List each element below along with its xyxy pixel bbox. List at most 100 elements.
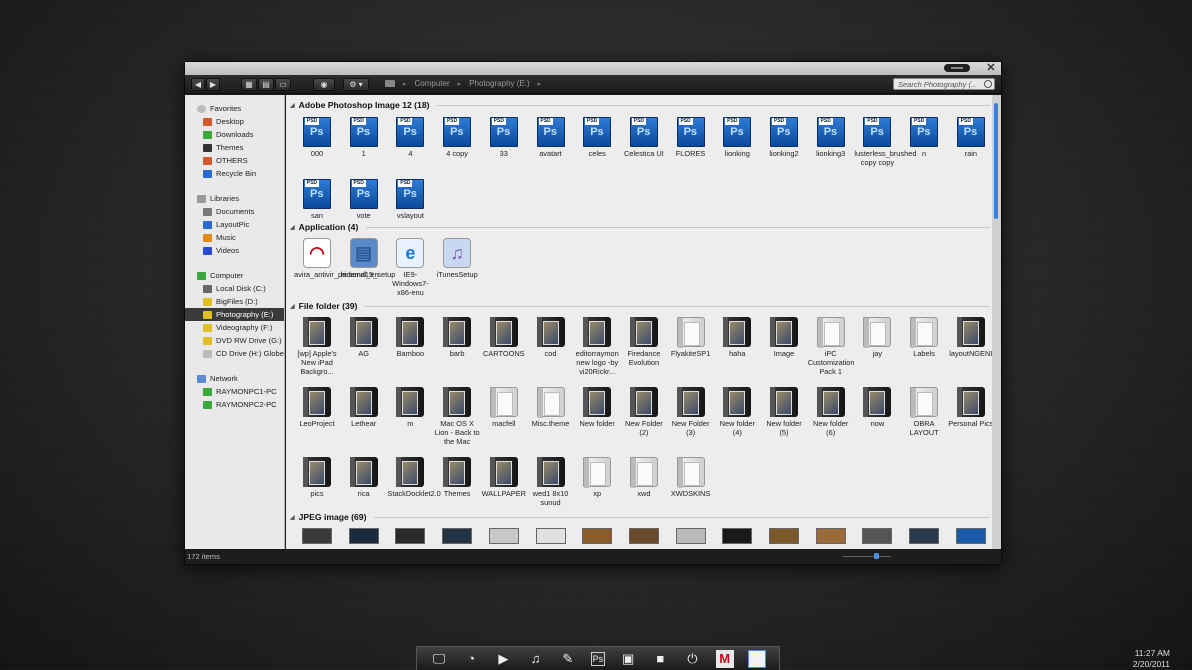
preview-eye-icon[interactable]: ◉ [313, 78, 335, 91]
music-note-icon[interactable]: ♫ [527, 650, 545, 668]
pencil-icon[interactable]: ✎ [559, 650, 577, 668]
nav-item-music[interactable]: Music [185, 231, 284, 244]
nav-item-documents[interactable]: Documents [185, 205, 284, 218]
jpeg-thumbnail[interactable] [769, 528, 799, 544]
nav-item-raymonpc2[interactable]: RAYMONPC2-PC [185, 398, 284, 411]
file-item-mac-os-x-lion-back-to-the-mac[interactable]: Mac OS X Lion - Back to the Mac [434, 387, 480, 446]
file-item-new-folder[interactable]: New folder [574, 387, 620, 428]
file-item-avatart[interactable]: avatart [528, 117, 574, 158]
file-item-itunessetup[interactable]: ♫ iTunesSetup [434, 238, 480, 279]
file-item-1[interactable]: 1 [341, 117, 387, 158]
file-item-new-folder-6[interactable]: New folder (6) [808, 387, 854, 437]
breadcrumb-photography[interactable]: Photography (E:) [469, 79, 529, 88]
file-item-now[interactable]: now [854, 387, 900, 428]
file-item-lionking3[interactable]: lionking3 [808, 117, 854, 158]
video-camera-icon[interactable]: ■ [651, 650, 669, 668]
play-icon[interactable]: ▶ [494, 650, 512, 668]
nav-item-layoutpic[interactable]: LayoutPic [185, 218, 284, 231]
file-item-flyakitesp1[interactable]: FlyakiteSP1 [668, 317, 714, 358]
gear-icon[interactable]: ⚙ ▾ [343, 78, 369, 91]
nav-item-desktop[interactable]: Desktop [185, 115, 284, 128]
file-item-misc-theme[interactable]: Misc.theme [528, 387, 574, 428]
file-item-lusterless-brushed-copy-copy[interactable]: lusterless_brushed copy copy [854, 117, 916, 167]
file-item-vslayout[interactable]: vslayout [387, 179, 433, 220]
file-item-xp[interactable]: xp [574, 457, 620, 498]
file-item-rica[interactable]: rica [341, 457, 387, 498]
jpeg-thumbnail[interactable] [348, 528, 379, 544]
file-item-celestica-ui[interactable]: Celestica UI [621, 117, 667, 158]
camera-icon[interactable]: ▣ [619, 650, 637, 668]
file-item-bamboo[interactable]: Bamboo [387, 317, 433, 358]
group-header-application[interactable]: ◢ Application (4) [290, 222, 990, 232]
nav-item-raymonpc1[interactable]: RAYMONPC1-PC [185, 385, 284, 398]
nav-item-photography-e[interactable]: Photography (E:) [185, 308, 284, 321]
file-item-labels[interactable]: Labels [901, 317, 947, 358]
jpeg-thumbnail[interactable] [722, 528, 753, 544]
file-item-lionking2[interactable]: lionking2 [761, 117, 807, 158]
file-item-celes[interactable]: celes [574, 117, 620, 158]
file-item-4[interactable]: 4 [387, 117, 433, 158]
view-grid-icon[interactable]: ▦ [241, 78, 257, 91]
nav-item-recycle-bin[interactable]: Recycle Bin [185, 167, 284, 180]
file-item-layoutngeni[interactable]: layoutNGENI [948, 317, 994, 358]
file-item-san[interactable]: san [294, 179, 340, 220]
file-item-vote[interactable]: vote [341, 179, 387, 220]
file-item-avira-antivir-personal-en[interactable]: ◠ avira_antivir_personal_en [294, 238, 379, 279]
power-icon[interactable]: ⏻ [683, 650, 701, 668]
file-item-rain[interactable]: rain [948, 117, 994, 158]
nav-item-dvd-rw-drive-g[interactable]: DVD RW Drive (G:) V [185, 334, 284, 347]
jpeg-thumbnail[interactable] [675, 528, 706, 544]
zoom-slider[interactable] [843, 556, 891, 557]
title-bar[interactable]: ✕ [185, 62, 1001, 75]
file-item-xwd[interactable]: xwd [621, 457, 667, 498]
file-item-cartoons[interactable]: CARTOONS [481, 317, 527, 358]
jpeg-thumbnail[interactable] [488, 528, 519, 544]
jpeg-thumbnail[interactable] [955, 528, 986, 544]
forward-button[interactable]: ▶ [206, 78, 220, 91]
file-item-ag[interactable]: AG [341, 317, 387, 358]
breadcrumb-computer[interactable]: Computer [415, 79, 450, 88]
file-item-macfell[interactable]: macfell [481, 387, 527, 428]
view-list-icon[interactable]: ▤ [258, 78, 274, 91]
jpeg-thumbnail[interactable] [582, 528, 613, 544]
jpeg-thumbnail[interactable] [302, 528, 332, 544]
system-clock[interactable]: 11:27 AM 2/20/2011 [1133, 648, 1170, 670]
group-header-jpeg[interactable]: ◢ JPEG image (69) [290, 512, 990, 522]
jpeg-thumbnail[interactable] [395, 528, 426, 544]
file-item-image[interactable]: Image [761, 317, 807, 358]
view-preview-icon[interactable]: ▭ [275, 78, 291, 91]
file-item-wallpaper[interactable]: WALLPAPER [481, 457, 527, 498]
file-item-lionking[interactable]: lionking [714, 117, 760, 158]
file-item-xwdskins[interactable]: XWDSKINS [668, 457, 714, 498]
nav-item-themes[interactable]: Themes [185, 141, 284, 154]
document-icon[interactable] [747, 649, 766, 668]
file-item-lethear[interactable]: Lethear [341, 387, 387, 428]
back-button[interactable]: ◀ [191, 78, 205, 91]
jpeg-thumbnail[interactable] [535, 528, 566, 544]
file-item-pics[interactable]: pics [294, 457, 340, 498]
mcafee-icon[interactable]: M [715, 649, 734, 668]
vertical-scrollbar[interactable] [992, 95, 1001, 550]
file-item-stackdocklet2-0[interactable]: StackDocklet2.0 [387, 457, 441, 498]
file-item-editorraymon-new-logo-by-vi20rickr[interactable]: editorraymon new logo -by vi20Rickr... [574, 317, 620, 376]
file-item-jay[interactable]: jay [854, 317, 900, 358]
file-item-4-copy[interactable]: 4 copy [434, 117, 480, 158]
file-item-m[interactable]: m [387, 387, 433, 428]
search-input[interactable]: Search Photography (... [893, 78, 995, 90]
file-item-haha[interactable]: haha [714, 317, 760, 358]
scrollbar-thumb[interactable] [994, 103, 998, 219]
nav-item-bigfiles-d[interactable]: BigFiles (D:) [185, 295, 284, 308]
zoom-slider-knob[interactable] [874, 553, 879, 559]
jpeg-thumbnail[interactable] [815, 528, 846, 544]
nav-item-others[interactable]: OTHERS [185, 154, 284, 167]
file-item-33[interactable]: 33 [481, 117, 527, 158]
file-item-themes[interactable]: Themes [434, 457, 480, 498]
group-header-psd[interactable]: ◢ Adobe Photoshop Image 12 (18) [290, 100, 990, 110]
jpeg-thumbnail[interactable] [442, 528, 473, 544]
nav-head-network[interactable]: Network [185, 372, 284, 385]
file-item-barb[interactable]: barb [434, 317, 480, 358]
nav-item-downloads[interactable]: Downloads [185, 128, 284, 141]
file-item-n[interactable]: n [901, 117, 947, 158]
group-header-file-folder[interactable]: ◢ File folder (39) [290, 301, 990, 311]
file-item-new-folder-5[interactable]: New folder (5) [761, 387, 807, 437]
